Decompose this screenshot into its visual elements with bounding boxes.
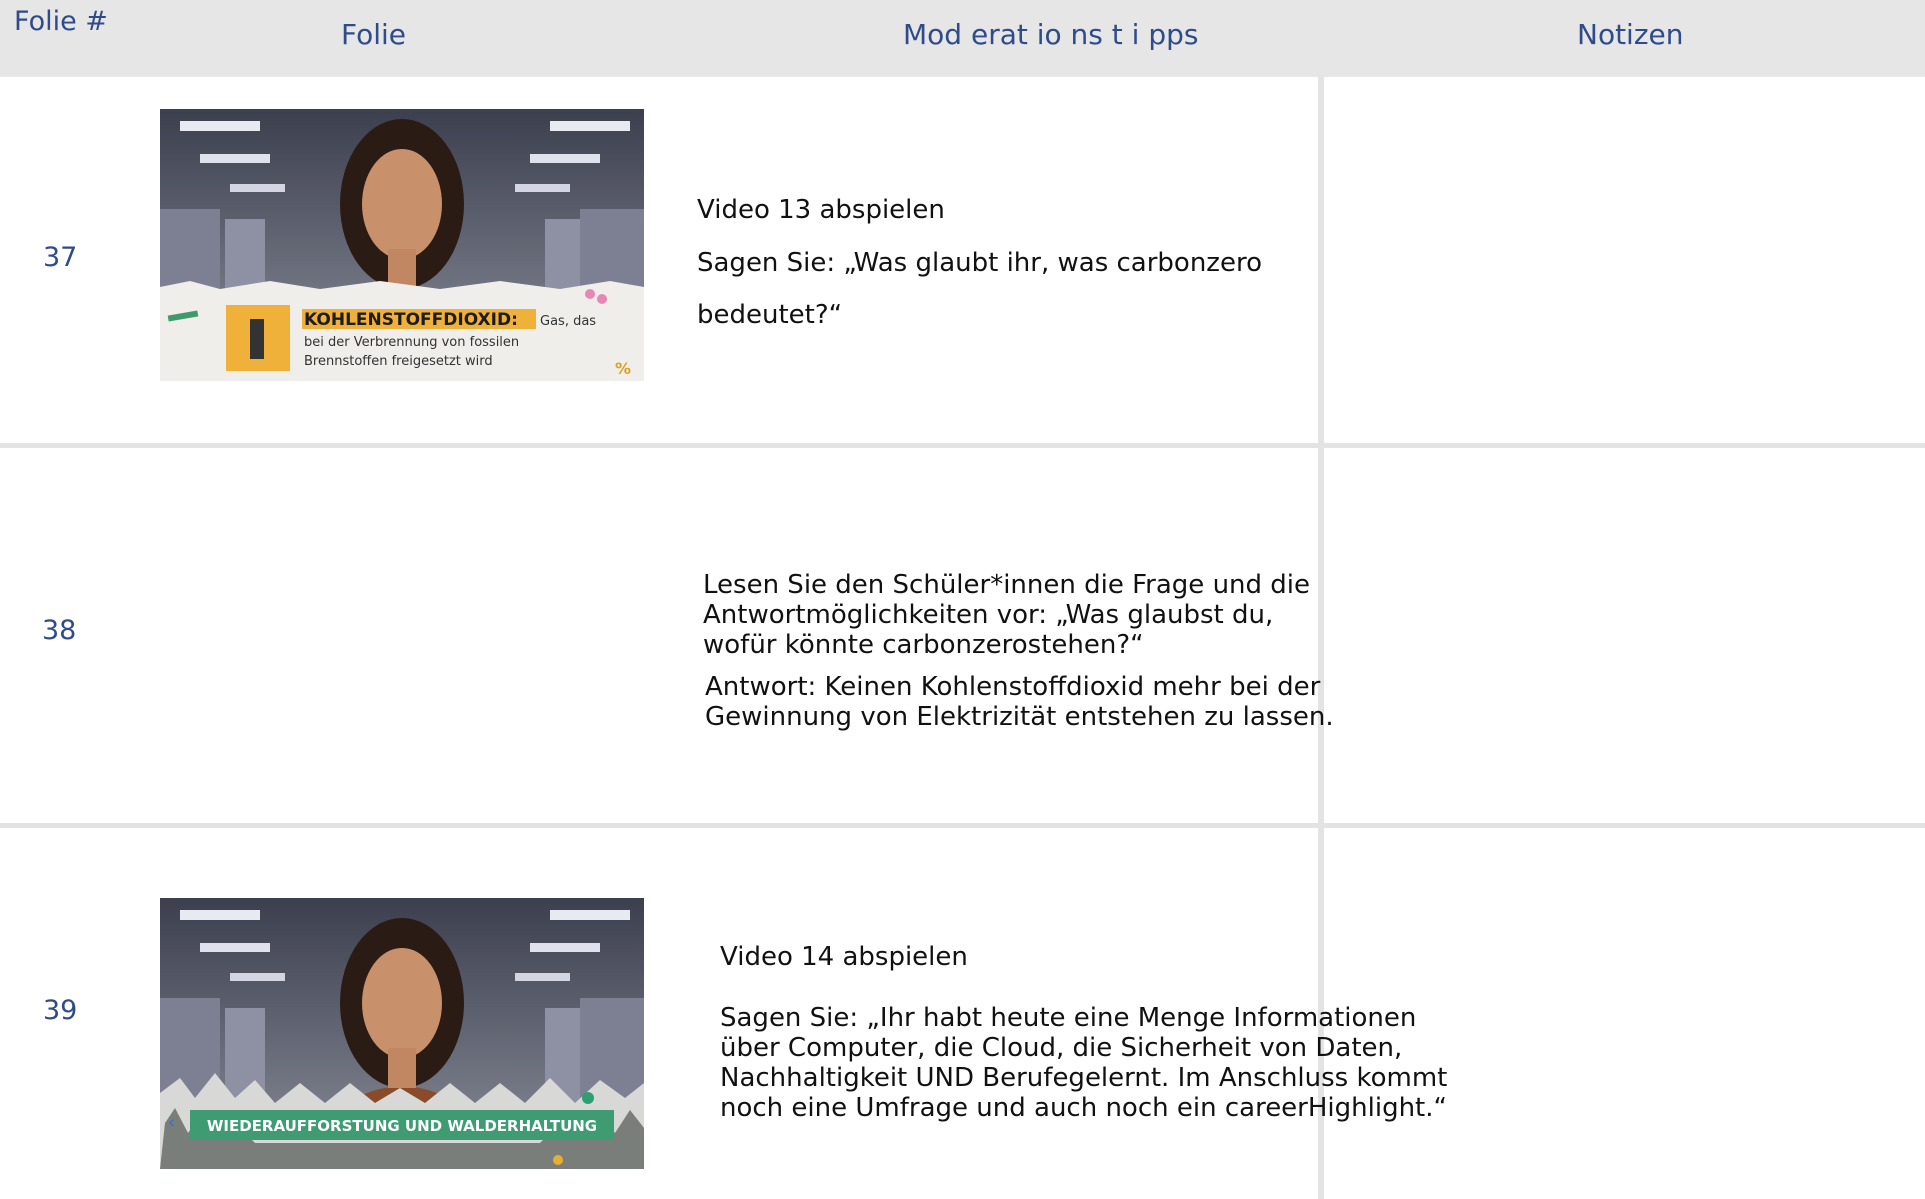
video-thumbnail[interactable]: % KOHLENSTOFFDIOXID: Gas, das bei der Ve… xyxy=(160,109,644,381)
video-thumbnail[interactable]: WIEDERAUFFORSTUNG UND WALDERHALTUNG ‹ xyxy=(160,898,644,1169)
thumbnail-caption-text: bei der Verbrennung von fossilen xyxy=(304,335,519,350)
moderation-text: Lesen Sie den Schüler*innen die Frage un… xyxy=(703,570,1334,732)
answer-line: Gewinnung von Elektrizität entstehen zu … xyxy=(705,702,1334,732)
instruction-line: Nachhaltigkeit UND Berufegelernt. Im Ans… xyxy=(720,1063,1448,1093)
instruction-line: über Computer, die Cloud, die Sicherheit… xyxy=(720,1033,1403,1063)
header-moderation-tips: Mod erat io ns t i pps xyxy=(903,18,1199,51)
slide-number: 39 xyxy=(43,995,78,1026)
thumbnail-caption-text: Gas, das xyxy=(540,314,596,329)
thumbnail-banner: WIEDERAUFFORSTUNG UND WALDERHALTUNG xyxy=(207,1117,597,1135)
instruction-line: wofür könnte carbonzerostehen?“ xyxy=(703,630,1144,660)
instruction-line: noch eine Umfrage und auch noch ein care… xyxy=(720,1093,1447,1123)
slide-number: 37 xyxy=(43,242,78,273)
svg-text:‹: ‹ xyxy=(168,1112,175,1133)
thumbnail-caption-bold: KOHLENSTOFFDIOXID: xyxy=(304,310,518,330)
row-divider xyxy=(0,443,1925,448)
moderation-text: Video 13 abspielen Sagen Sie: „Was glaub… xyxy=(697,195,1262,330)
table-header: Folie # Folie Mod erat io ns t i pps Not… xyxy=(0,0,1925,77)
instruction-line: Lesen Sie den Schüler*innen die Frage un… xyxy=(703,570,1311,600)
header-slide: Folie xyxy=(341,18,407,51)
instruction-line: Sagen Sie: „Was glaubt ihr, was carbonze… xyxy=(697,248,1262,278)
instruction-line: Video 13 abspielen xyxy=(697,195,945,225)
svg-text:%: % xyxy=(615,359,631,378)
header-slide-number: Folie # xyxy=(14,6,108,37)
instruction-line: Antwortmöglichkeiten vor: „Was glaubst d… xyxy=(703,600,1274,630)
instruction-line: Video 14 abspielen xyxy=(720,942,968,972)
thumbnail-caption-text: Brennstoffen freigesetzt wird xyxy=(304,354,493,369)
answer-line: Antwort: Keinen Kohlenstoffdioxid mehr b… xyxy=(705,672,1321,702)
instruction-line: bedeutet?“ xyxy=(697,300,843,330)
row-divider xyxy=(0,823,1925,828)
header-notes: Notizen xyxy=(1577,18,1684,51)
instruction-line: Sagen Sie: „Ihr habt heute eine Menge In… xyxy=(720,1003,1417,1033)
moderation-text: Video 14 abspielen Sagen Sie: „Ihr habt … xyxy=(720,942,1447,1123)
slide-number: 38 xyxy=(42,615,77,646)
